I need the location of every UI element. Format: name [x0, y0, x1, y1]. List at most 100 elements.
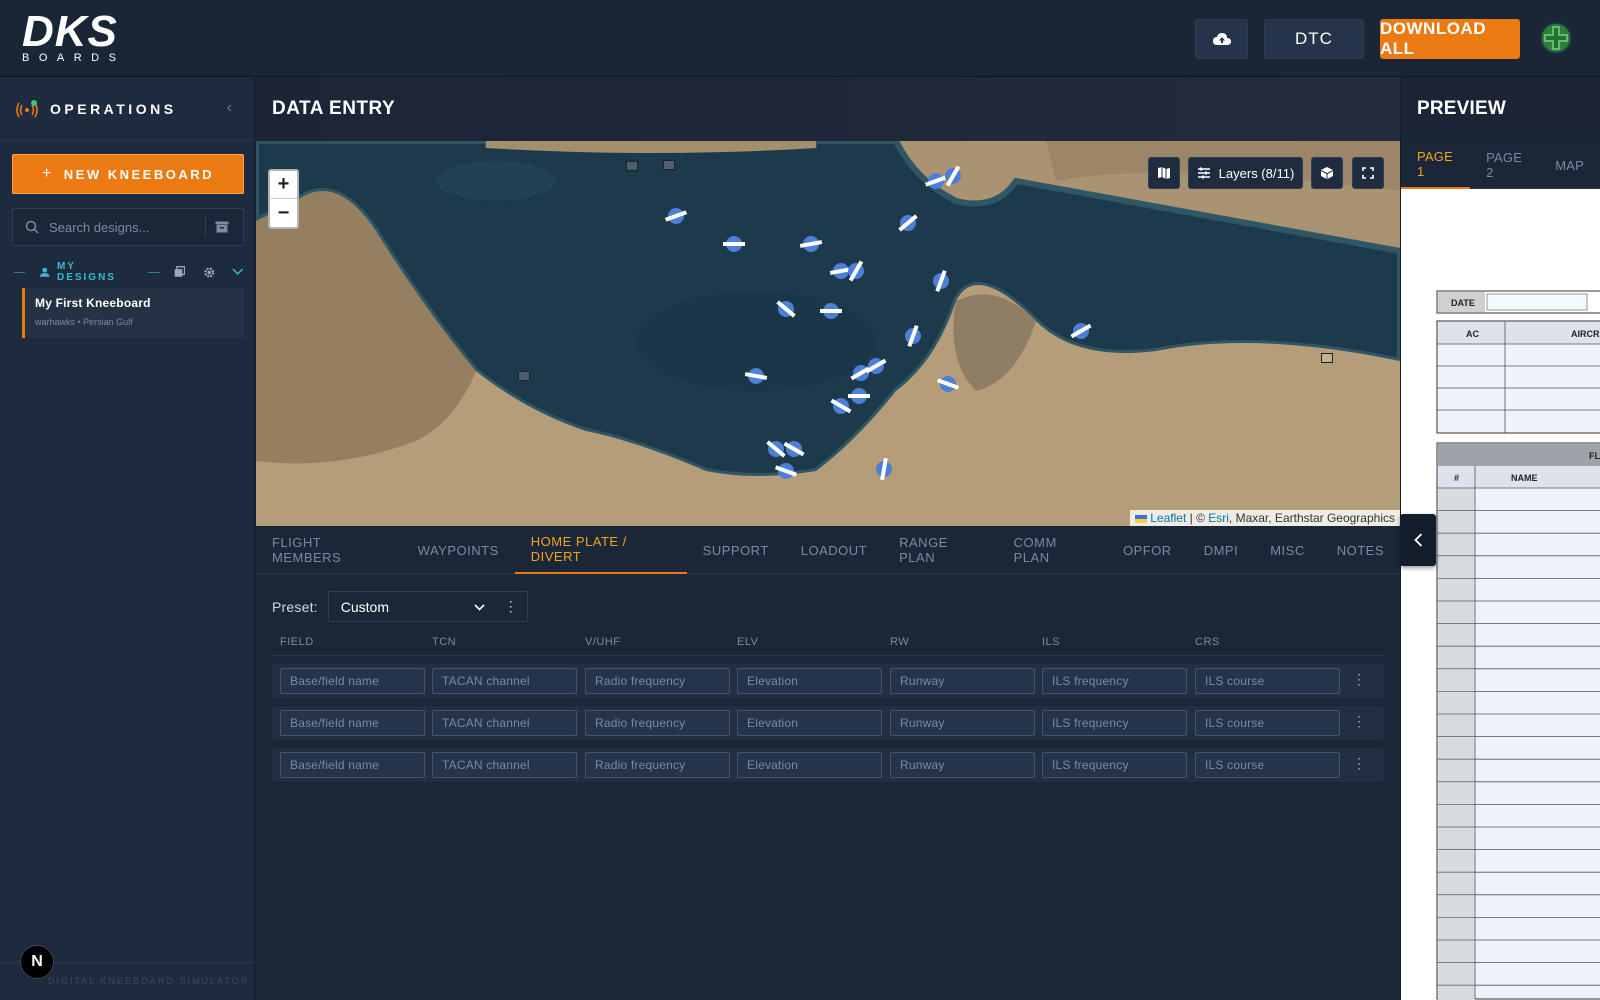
cell-input[interactable]: TACAN channel [432, 668, 577, 694]
preset-menu-icon[interactable]: ⋮ [504, 598, 518, 615]
airfield-icon[interactable] [820, 303, 842, 319]
cell-input[interactable]: ILS frequency [1042, 752, 1187, 778]
kebab-menu-icon[interactable]: ⋮ [1352, 755, 1366, 772]
cell-input[interactable]: TACAN channel [432, 710, 577, 736]
airfield-icon[interactable] [848, 388, 870, 404]
airfield-icon[interactable] [744, 368, 768, 384]
airfield-icon[interactable] [848, 260, 864, 282]
airfield-icon[interactable] [766, 440, 786, 458]
design-item[interactable]: My First Kneeboard warhawks • Persian Gu… [22, 288, 244, 338]
tab-dmpi[interactable]: DMPI [1188, 526, 1255, 574]
leaflet-link[interactable]: Leaflet [1150, 511, 1186, 525]
copy-icon[interactable] [174, 266, 185, 278]
cell-input[interactable]: ILS course [1195, 710, 1340, 736]
tab-loadout[interactable]: LOADOUT [785, 526, 883, 574]
kebab-menu-icon[interactable]: ⋮ [1352, 671, 1366, 688]
collapse-preview-button[interactable] [1400, 514, 1436, 566]
tab-notes[interactable]: NOTES [1321, 526, 1400, 574]
row-number-cell [1438, 985, 1475, 1000]
chevron-down-icon[interactable] [232, 268, 244, 276]
tab-comm-plan[interactable]: COMM PLAN [998, 526, 1107, 574]
airfield-icon[interactable] [924, 173, 948, 189]
cell-input[interactable]: TACAN channel [432, 752, 577, 778]
cell-input[interactable]: Elevation [737, 752, 882, 778]
tab-waypoints[interactable]: WAYPOINTS [402, 526, 515, 574]
row-number-cell [1438, 895, 1475, 917]
design-name: My First Kneeboard [35, 296, 151, 310]
fullscreen-button[interactable] [1352, 157, 1384, 189]
tab-map[interactable]: MAP [1539, 141, 1600, 189]
airfield-icon[interactable] [865, 358, 887, 374]
airfield-icon[interactable] [830, 398, 852, 414]
tab-misc[interactable]: MISC [1254, 526, 1321, 574]
attribution-separator: | © [1186, 511, 1209, 525]
cell-input[interactable]: ILS course [1195, 668, 1340, 694]
row-number-cell [1438, 804, 1475, 827]
row-number-cell [1438, 782, 1475, 804]
cell-input[interactable]: Elevation [737, 710, 882, 736]
airfield-icon[interactable] [1070, 323, 1092, 339]
cell-input[interactable]: Elevation [737, 668, 882, 694]
airfield-icon[interactable] [783, 441, 805, 457]
dev-badge[interactable]: N [20, 945, 54, 979]
collapse-sidebar-icon[interactable]: ‹ [227, 99, 232, 117]
gear-icon[interactable] [203, 266, 215, 279]
data-entry-tabs: FLIGHT MEMBERS WAYPOINTS HOME PLATE / DI… [256, 526, 1400, 574]
download-all-button[interactable]: DOWNLOAD ALL [1380, 19, 1520, 59]
cell-input[interactable]: Runway [890, 668, 1035, 694]
dtc-button[interactable]: DTC [1264, 19, 1364, 59]
preset-select[interactable]: Custom ⋮ [327, 591, 528, 622]
tab-opfor[interactable]: OPFOR [1107, 526, 1188, 574]
airfield-icon[interactable] [898, 214, 918, 232]
name-label: NAME [1511, 473, 1538, 483]
data-entry-header: DATA ENTRY [256, 77, 1400, 141]
archive-icon[interactable] [215, 221, 229, 233]
divider [148, 271, 160, 273]
airfield-icon[interactable] [933, 269, 949, 293]
kebab-menu-icon[interactable]: ⋮ [1352, 713, 1366, 730]
airfield-icon[interactable] [799, 236, 823, 252]
row-number-cell [1438, 624, 1475, 646]
cell-input[interactable]: Radio frequency [585, 710, 730, 736]
search-input[interactable] [49, 219, 199, 235]
airfield-icon[interactable] [876, 457, 892, 481]
tab-page-1[interactable]: PAGE 1 [1401, 141, 1471, 189]
airfield-icon[interactable] [776, 300, 796, 318]
tab-page-2[interactable]: PAGE 2 [1470, 141, 1539, 189]
airfield-icon[interactable] [945, 165, 961, 187]
tab-flight-members[interactable]: FLIGHT MEMBERS [272, 526, 402, 574]
zoom-in-button[interactable]: + [270, 171, 297, 199]
cell-input[interactable]: Runway [890, 752, 1035, 778]
tab-range-plan[interactable]: RANGE PLAN [883, 526, 998, 574]
cell-input[interactable]: Base/field name [280, 752, 425, 778]
cell-input[interactable]: Radio frequency [585, 752, 730, 778]
esri-link[interactable]: Esri [1208, 511, 1229, 525]
tab-support[interactable]: SUPPORT [687, 526, 785, 574]
cell-input[interactable]: ILS frequency [1042, 710, 1187, 736]
kneeboard-preview[interactable]: DATE AC AIRCRA FL # NAME [1401, 189, 1600, 1000]
airfield-icon[interactable] [936, 376, 960, 392]
map-view[interactable]: + − Layers (8/11) Leaflet | © Esri, Maxa… [256, 141, 1400, 526]
new-kneeboard-button[interactable]: + NEW KNEEBOARD [12, 154, 244, 194]
cell-input[interactable]: ILS frequency [1042, 668, 1187, 694]
tab-home-plate-divert[interactable]: HOME PLATE / DIVERT [514, 526, 687, 574]
cell-input[interactable]: Base/field name [280, 668, 425, 694]
airfield-icon[interactable] [723, 236, 745, 252]
app-logo[interactable]: DKS BOARDS [22, 10, 147, 66]
cell-input[interactable]: ILS course [1195, 752, 1340, 778]
airfield-icon[interactable] [829, 263, 853, 279]
3d-view-button[interactable] [1311, 157, 1343, 189]
airfield-icon[interactable] [774, 463, 798, 479]
airfield-icon[interactable] [664, 208, 688, 224]
leaflet-flag-icon [1135, 514, 1148, 523]
layers-button[interactable]: Layers (8/11) [1188, 157, 1303, 189]
cell-input[interactable]: Base/field name [280, 710, 425, 736]
map-style-button[interactable] [1148, 157, 1180, 189]
cell-input[interactable]: Radio frequency [585, 668, 730, 694]
zoom-out-button[interactable]: − [270, 199, 297, 227]
airfield-icon[interactable] [905, 324, 921, 348]
table-header: FIELD TCN V/UHF ELV RW ILS CRS [272, 630, 1384, 656]
avatar[interactable] [1540, 22, 1572, 54]
cell-input[interactable]: Runway [890, 710, 1035, 736]
upload-button[interactable] [1195, 19, 1248, 59]
